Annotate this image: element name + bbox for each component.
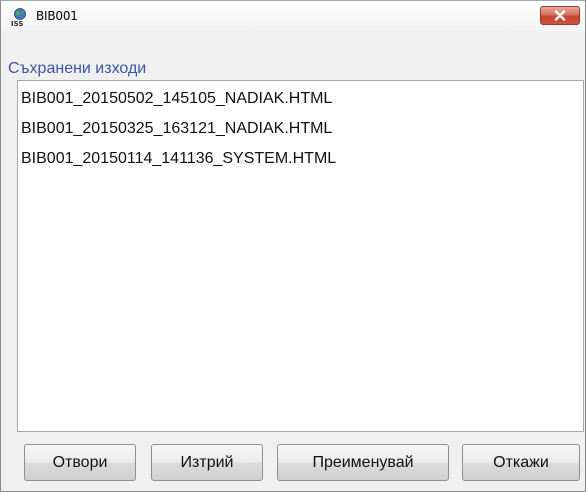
saved-outputs-label: Съхранени изходи <box>8 60 147 77</box>
close-icon <box>554 10 566 21</box>
iss-globe-icon: ISS <box>10 8 30 28</box>
saved-outputs-dialog: ISS BIB001 Съхранени изходи BIB001_20150… <box>0 0 586 492</box>
list-item[interactable]: BIB001_20150325_163121_NADIAK.HTML <box>21 118 332 140</box>
list-item[interactable]: BIB001_20150502_145105_NADIAK.HTML <box>21 88 332 110</box>
open-button[interactable]: Отвори <box>24 444 136 481</box>
close-button[interactable] <box>540 6 580 25</box>
title-bar[interactable]: ISS BIB001 <box>1 1 585 31</box>
window-title: BIB001 <box>36 9 78 23</box>
cancel-button[interactable]: Откажи <box>462 444 580 481</box>
saved-outputs-list[interactable]: BIB001_20150502_145105_NADIAK.HTML BIB00… <box>17 80 584 432</box>
list-item[interactable]: BIB001_20150114_141136_SYSTEM.HTML <box>21 148 336 170</box>
delete-button[interactable]: Изтрий <box>151 444 263 481</box>
rename-button[interactable]: Преименувай <box>277 444 449 481</box>
svg-text:ISS: ISS <box>11 20 23 27</box>
